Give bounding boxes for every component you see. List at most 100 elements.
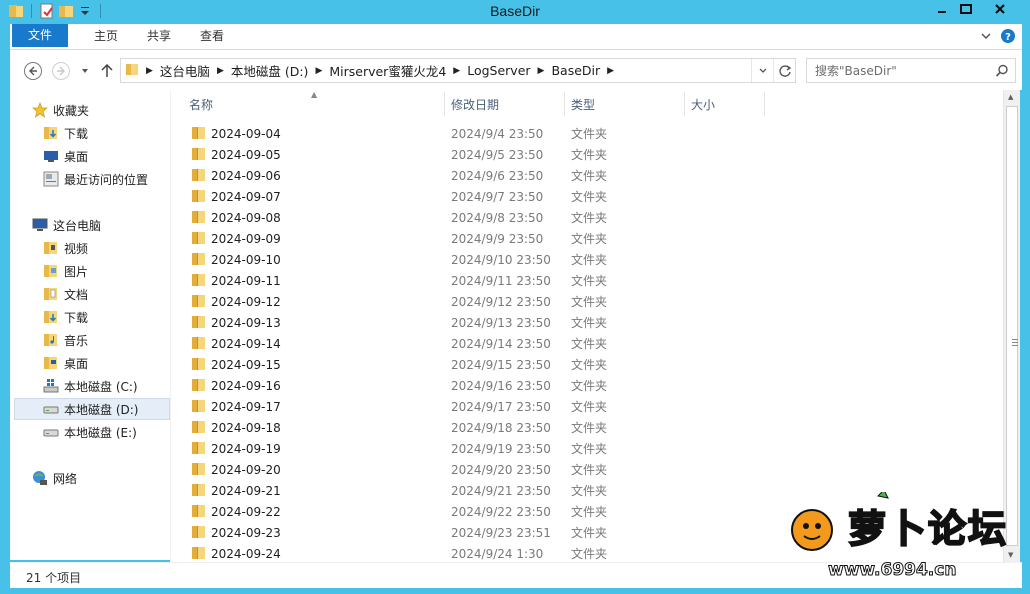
scroll-up-icon[interactable]: ▲: [1008, 93, 1013, 101]
file-name[interactable]: 2024-09-11: [211, 274, 281, 288]
watermark-text: 萝卜论坛: [847, 506, 1009, 552]
up-button[interactable]: [96, 60, 118, 82]
file-name[interactable]: 2024-09-21: [211, 484, 281, 498]
table-row[interactable]: 2024-09-13 2024/9/13 23:50 文件夹: [171, 312, 771, 333]
column-header-type[interactable]: 类型: [565, 92, 685, 116]
breadcrumb-separator[interactable]: ▶: [450, 66, 463, 76]
nav-favorites[interactable]: 收藏夹: [32, 99, 192, 121]
table-row[interactable]: 2024-09-05 2024/9/5 23:50 文件夹: [171, 144, 771, 165]
tab-share[interactable]: 共享: [133, 24, 185, 49]
file-name[interactable]: 2024-09-23: [211, 526, 281, 540]
file-name[interactable]: 2024-09-19: [211, 442, 281, 456]
column-header-date[interactable]: 修改日期: [445, 92, 565, 116]
column-header-name[interactable]: ▲ 名称: [171, 90, 445, 116]
breadcrumb-separator[interactable]: ▶: [312, 66, 325, 76]
file-date: 2024/9/10 23:50: [451, 252, 551, 267]
table-row[interactable]: 2024-09-07 2024/9/7 23:50 文件夹: [171, 186, 771, 207]
table-row[interactable]: 2024-09-16 2024/9/16 23:50 文件夹: [171, 375, 771, 396]
refresh-button[interactable]: [773, 59, 795, 82]
nav-item-label: 下载: [64, 310, 89, 325]
recent-locations-dropdown[interactable]: [74, 60, 96, 82]
nav-drive-d[interactable]: 本地磁盘 (D:): [14, 398, 170, 420]
table-row[interactable]: 2024-09-17 2024/9/17 23:50 文件夹: [171, 396, 771, 417]
table-row[interactable]: 2024-09-18 2024/9/18 23:50 文件夹: [171, 417, 771, 438]
scrollbar-thumb[interactable]: [1006, 106, 1018, 546]
nav-item-label: 文档: [64, 287, 89, 302]
file-name[interactable]: 2024-09-18: [211, 421, 281, 435]
file-name[interactable]: 2024-09-17: [211, 400, 281, 414]
file-date: 2024/9/18 23:50: [451, 420, 551, 435]
search-icon[interactable]: [995, 64, 1009, 81]
table-row[interactable]: 2024-09-08 2024/9/8 23:50 文件夹: [171, 207, 771, 228]
breadcrumb-separator[interactable]: ▶: [535, 66, 548, 76]
nav-item-label: 桌面: [64, 356, 89, 371]
file-name[interactable]: 2024-09-12: [211, 295, 281, 309]
table-row[interactable]: 2024-09-14 2024/9/14 23:50 文件夹: [171, 333, 771, 354]
downloads-icon: [43, 309, 59, 325]
watermark-logo: 萝卜论坛 www.6994.cn: [782, 492, 1022, 588]
nav-this-pc[interactable]: 这台电脑: [32, 214, 192, 236]
tab-home[interactable]: 主页: [80, 24, 132, 49]
file-name[interactable]: 2024-09-06: [211, 169, 281, 183]
breadcrumb-separator[interactable]: ▶: [143, 66, 156, 76]
file-date: 2024/9/21 23:50: [451, 483, 551, 498]
file-name[interactable]: 2024-09-15: [211, 358, 281, 372]
table-row[interactable]: 2024-09-04 2024/9/4 23:50 文件夹: [171, 123, 771, 144]
table-row[interactable]: 2024-09-10 2024/9/10 23:50 文件夹: [171, 249, 771, 270]
table-row[interactable]: 2024-09-09 2024/9/9 23:50 文件夹: [171, 228, 771, 249]
file-name[interactable]: 2024-09-22: [211, 505, 281, 519]
column-header-size[interactable]: 大小: [685, 92, 765, 116]
file-name[interactable]: 2024-09-24: [211, 547, 281, 561]
maximize-button[interactable]: [954, 0, 978, 18]
tab-file[interactable]: 文件: [12, 24, 68, 47]
table-row[interactable]: 2024-09-06 2024/9/6 23:50 文件夹: [171, 165, 771, 186]
help-icon[interactable]: ?: [1000, 28, 1016, 47]
file-name[interactable]: 2024-09-08: [211, 211, 281, 225]
folder-icon: [191, 335, 207, 351]
nav-this-pc-label: 这台电脑: [53, 218, 102, 233]
tab-view[interactable]: 查看: [186, 24, 238, 49]
file-name[interactable]: 2024-09-20: [211, 463, 281, 477]
file-name[interactable]: 2024-09-14: [211, 337, 281, 351]
table-row[interactable]: 2024-09-23 2024/9/23 23:51 文件夹: [171, 522, 771, 543]
table-row[interactable]: 2024-09-24 2024/9/24 1:30 文件夹: [171, 543, 771, 562]
folder-icon: [191, 314, 207, 330]
file-name[interactable]: 2024-09-07: [211, 190, 281, 204]
file-name[interactable]: 2024-09-04: [211, 127, 281, 141]
address-history-dropdown[interactable]: [751, 59, 773, 82]
table-row[interactable]: 2024-09-21 2024/9/21 23:50 文件夹: [171, 480, 771, 501]
breadcrumb-separator[interactable]: ▶: [214, 66, 227, 76]
file-type: 文件夹: [571, 295, 608, 309]
table-row[interactable]: 2024-09-20 2024/9/20 23:50 文件夹: [171, 459, 771, 480]
file-name[interactable]: 2024-09-13: [211, 316, 281, 330]
nav-item-label: 本地磁盘 (C:): [64, 379, 138, 394]
table-row[interactable]: 2024-09-22 2024/9/22 23:50 文件夹: [171, 501, 771, 522]
file-type: 文件夹: [571, 400, 608, 414]
breadcrumb-mirserver[interactable]: Mirserver蜜獾火龙4: [325, 61, 450, 80]
breadcrumb-drive-d[interactable]: 本地磁盘 (D:): [227, 61, 313, 80]
forward-button[interactable]: [50, 60, 72, 82]
breadcrumb-separator[interactable]: ▶: [604, 66, 617, 76]
breadcrumb-this-pc[interactable]: 这台电脑: [156, 61, 214, 80]
breadcrumb-logserver[interactable]: LogServer: [463, 63, 534, 78]
file-name[interactable]: 2024-09-09: [211, 232, 281, 246]
file-type: 文件夹: [571, 127, 608, 141]
table-row[interactable]: 2024-09-15 2024/9/15 23:50 文件夹: [171, 354, 771, 375]
file-name[interactable]: 2024-09-10: [211, 253, 281, 267]
nav-network[interactable]: 网络: [32, 467, 192, 489]
file-name[interactable]: 2024-09-05: [211, 148, 281, 162]
address-bar[interactable]: ▶ 这台电脑 ▶ 本地磁盘 (D:) ▶ Mirserver蜜獾火龙4 ▶ Lo…: [120, 58, 796, 83]
back-button[interactable]: [22, 60, 44, 82]
file-name[interactable]: 2024-09-16: [211, 379, 281, 393]
table-row[interactable]: 2024-09-19 2024/9/19 23:50 文件夹: [171, 438, 771, 459]
search-input[interactable]: 搜索"BaseDir": [806, 58, 1016, 83]
ribbon-expand-icon[interactable]: [980, 30, 992, 45]
table-row[interactable]: 2024-09-11 2024/9/11 23:50 文件夹: [171, 270, 771, 291]
file-date: 2024/9/20 23:50: [451, 462, 551, 477]
close-button[interactable]: [978, 0, 1022, 18]
folder-icon: [191, 377, 207, 393]
file-date: 2024/9/9 23:50: [451, 231, 544, 246]
breadcrumb-basedir[interactable]: BaseDir: [547, 63, 604, 78]
table-row[interactable]: 2024-09-12 2024/9/12 23:50 文件夹: [171, 291, 771, 312]
minimize-button[interactable]: [930, 0, 954, 18]
